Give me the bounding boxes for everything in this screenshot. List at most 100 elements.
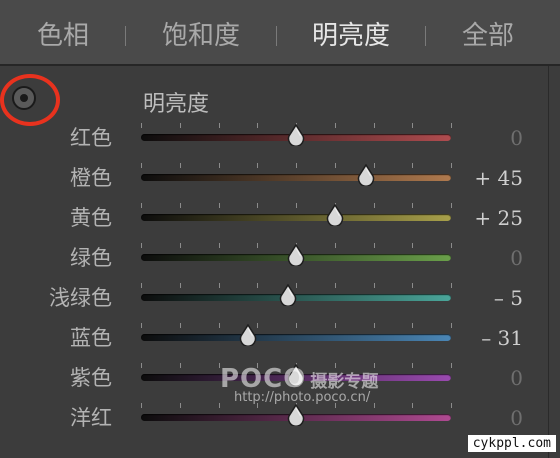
slider-tick xyxy=(141,363,142,368)
tab-separator xyxy=(425,26,426,46)
slider-thumb-icon[interactable] xyxy=(356,164,376,186)
tab-luminance[interactable]: 明亮度 xyxy=(296,0,406,66)
slider-label: 橙色 xyxy=(70,166,112,190)
slider-tick xyxy=(412,283,414,288)
slider-tick xyxy=(218,403,220,408)
slider-tick xyxy=(451,403,452,408)
slider-tick xyxy=(257,123,259,128)
slider-row-purple: 紫色 0 xyxy=(0,358,548,398)
slider-thumb-icon[interactable] xyxy=(286,124,306,146)
slider-tick xyxy=(218,203,220,208)
slider-label: 黄色 xyxy=(70,206,112,230)
slider-tick xyxy=(141,403,142,408)
slider-tick xyxy=(412,163,414,168)
slider-tick xyxy=(257,283,259,288)
slider-row-red: 红色 0 xyxy=(0,118,548,158)
section-title: 明亮度 xyxy=(143,92,210,117)
slider-tick xyxy=(412,123,414,128)
slider-tick xyxy=(179,283,181,288)
slider-tick xyxy=(451,323,452,328)
slider-tick xyxy=(373,123,375,128)
slider-row-yellow: 黄色 + 25 xyxy=(0,198,548,238)
slider-tick xyxy=(218,363,220,368)
slider-row-aqua: 浅绿色 – 5 xyxy=(0,278,548,318)
slider-tick xyxy=(373,403,375,408)
slider-tick xyxy=(296,163,297,168)
slider-value[interactable]: – 31 xyxy=(481,318,523,358)
slider-tick xyxy=(334,123,336,128)
slider-tick xyxy=(218,243,220,248)
slider-tick xyxy=(451,163,452,168)
slider-tick xyxy=(451,203,452,208)
slider-tick xyxy=(179,403,181,408)
slider-tick xyxy=(218,283,220,288)
slider-tick xyxy=(141,283,142,288)
slider-tick xyxy=(334,403,336,408)
slider-label: 绿色 xyxy=(70,246,112,270)
slider-tick xyxy=(334,363,336,368)
slider-track[interactable] xyxy=(141,214,451,221)
slider-label: 紫色 xyxy=(70,366,112,390)
slider-tick xyxy=(257,163,259,168)
slider-label: 浅绿色 xyxy=(49,286,112,310)
slider-tick xyxy=(373,323,375,328)
slider-value[interactable]: 0 xyxy=(510,238,523,278)
slider-thumb-icon[interactable] xyxy=(278,284,298,306)
tab-hue[interactable]: 色相 xyxy=(14,0,112,66)
slider-tick xyxy=(179,163,181,168)
slider-tick xyxy=(334,163,336,168)
slider-row-orange: 橙色 + 45 xyxy=(0,158,548,198)
slider-tick xyxy=(412,243,414,248)
slider-tick xyxy=(218,123,220,128)
slider-tick xyxy=(179,363,181,368)
slider-tick xyxy=(334,283,336,288)
tab-all[interactable]: 全部 xyxy=(440,0,536,66)
slider-tick xyxy=(451,363,452,368)
slider-value[interactable]: + 25 xyxy=(474,198,523,238)
slider-tick xyxy=(141,203,142,208)
slider-tick xyxy=(412,323,414,328)
slider-tick xyxy=(412,403,414,408)
panel-divider xyxy=(548,66,549,458)
slider-tick xyxy=(451,123,452,128)
slider-tick xyxy=(257,243,259,248)
slider-ticks xyxy=(141,323,452,329)
slider-tick xyxy=(334,243,336,248)
slider-value[interactable]: – 5 xyxy=(494,278,523,318)
slider-tick xyxy=(257,403,259,408)
slider-tick xyxy=(141,163,142,168)
slider-thumb-icon[interactable] xyxy=(286,364,306,386)
tab-saturation[interactable]: 饱和度 xyxy=(146,0,256,66)
slider-label: 蓝色 xyxy=(70,326,112,350)
slider-thumb-icon[interactable] xyxy=(286,404,306,426)
slider-tick xyxy=(218,163,220,168)
slider-track[interactable] xyxy=(141,334,451,341)
slider-tick xyxy=(373,203,375,208)
slider-tick xyxy=(141,243,142,248)
slider-thumb-icon[interactable] xyxy=(286,244,306,266)
slider-track[interactable] xyxy=(141,174,451,181)
slider-tick xyxy=(179,123,181,128)
slider-tick xyxy=(179,203,181,208)
tab-bar: 色相 饱和度 明亮度 全部 xyxy=(0,0,560,66)
slider-tick xyxy=(451,243,452,248)
slider-thumb-icon[interactable] xyxy=(238,324,258,346)
slider-tick xyxy=(257,203,259,208)
slider-tick xyxy=(141,323,142,328)
tab-separator xyxy=(276,26,277,46)
slider-thumb-icon[interactable] xyxy=(325,204,345,226)
slider-tick xyxy=(179,323,181,328)
slider-row-blue: 蓝色 – 31 xyxy=(0,318,548,358)
slider-value[interactable]: + 45 xyxy=(474,158,523,198)
slider-label: 洋红 xyxy=(70,406,112,430)
slider-value[interactable]: 0 xyxy=(510,118,523,158)
slider-tick xyxy=(373,363,375,368)
slider-value[interactable]: 0 xyxy=(510,398,523,438)
slider-ticks xyxy=(141,203,452,209)
slider-tick xyxy=(257,363,259,368)
slider-tick xyxy=(334,323,336,328)
target-adjustment-icon[interactable] xyxy=(12,86,36,110)
slider-tick xyxy=(373,243,375,248)
slider-value[interactable]: 0 xyxy=(510,358,523,398)
slider-tick xyxy=(412,363,414,368)
